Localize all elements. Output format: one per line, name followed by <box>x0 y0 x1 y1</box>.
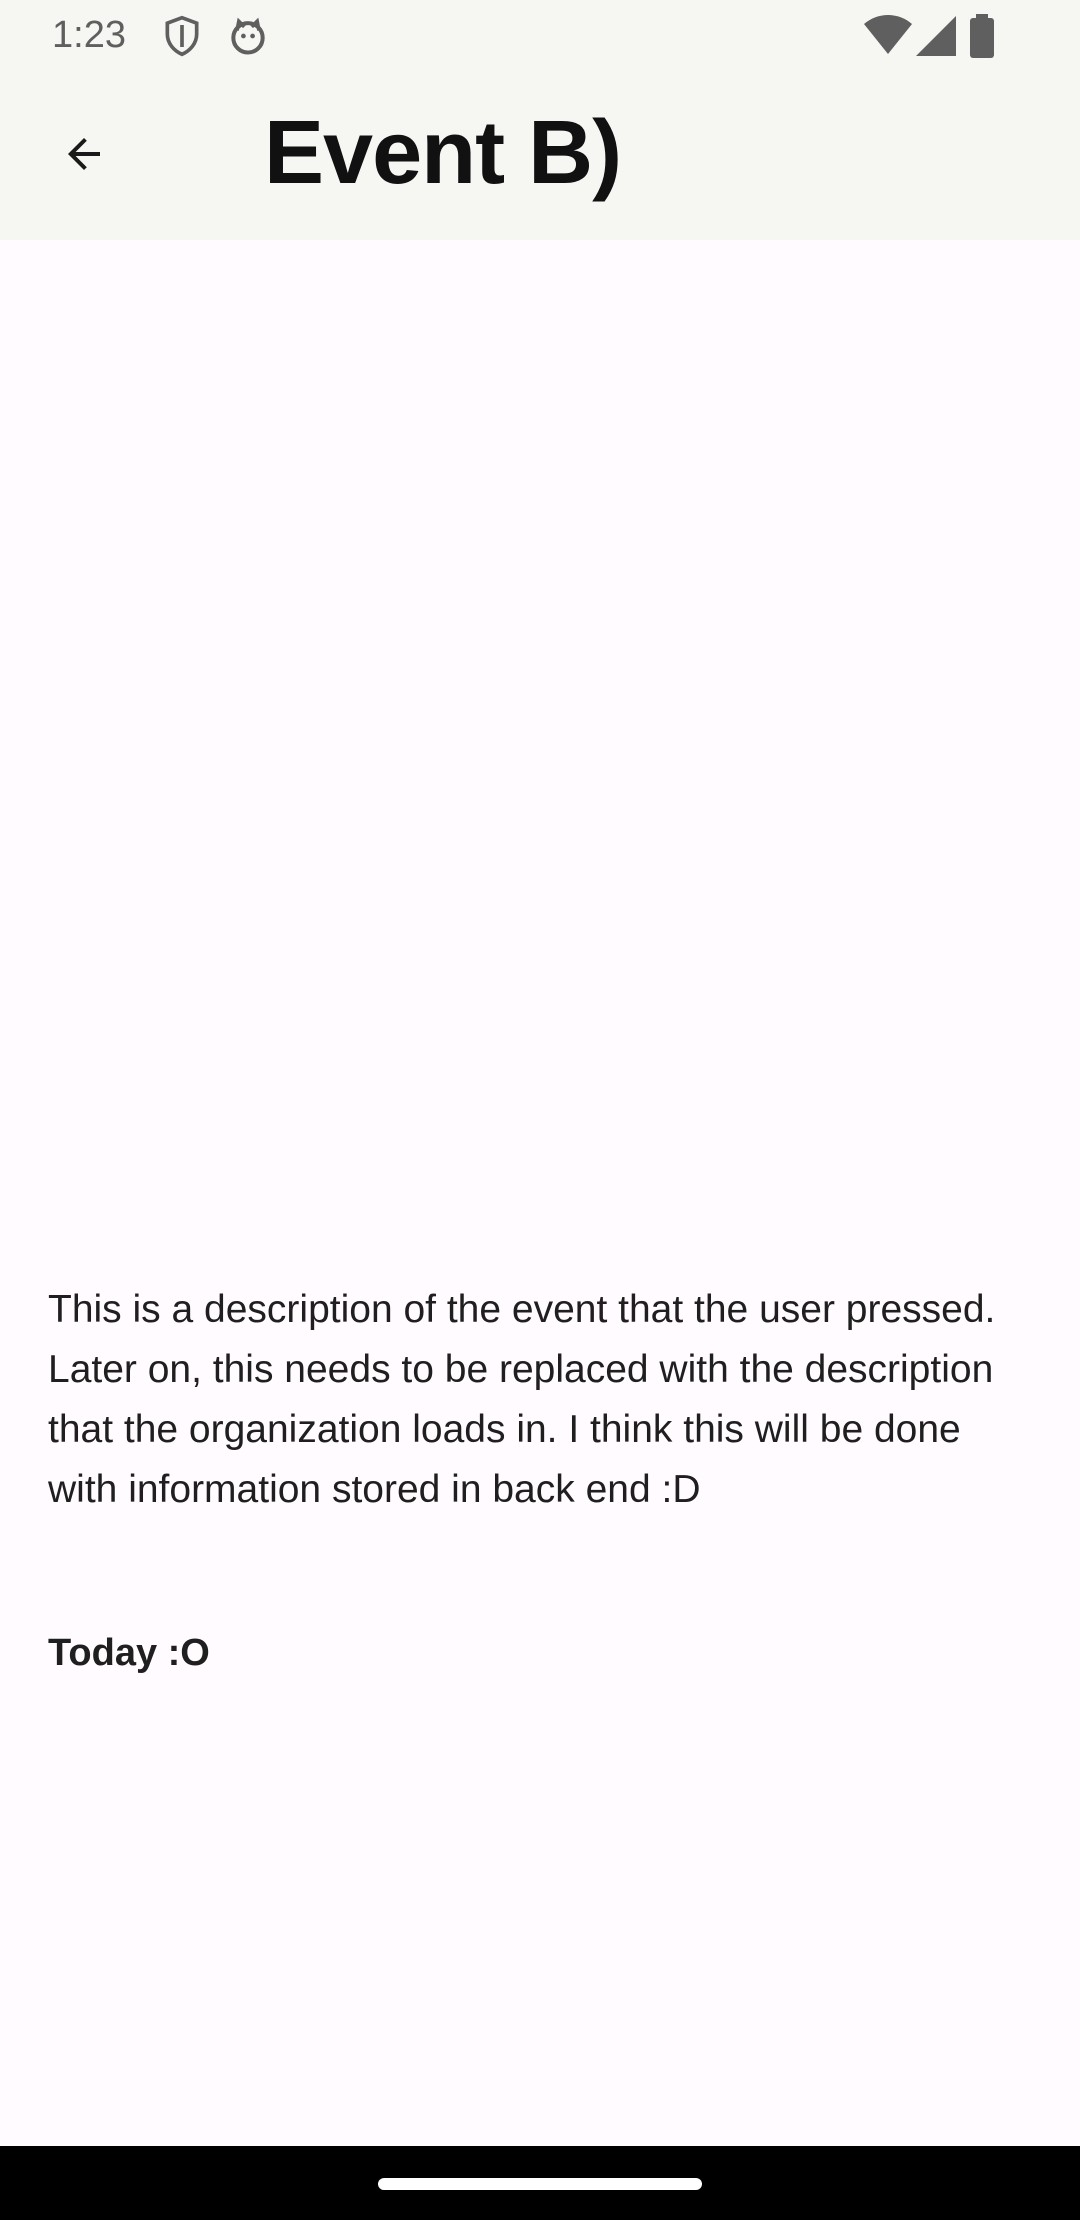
event-date: Today :O <box>48 1632 210 1674</box>
wifi-icon <box>862 14 914 58</box>
shield-icon <box>160 14 204 58</box>
event-detail-screen: 1:23 Event B) This is a description of t… <box>0 0 1080 2220</box>
cat-face-icon <box>226 14 270 58</box>
back-button[interactable] <box>40 112 128 200</box>
battery-icon <box>968 14 996 58</box>
app-bar: Event B) <box>0 72 1080 240</box>
system-nav-bar <box>0 2146 1080 2220</box>
arrow-back-icon <box>60 130 108 183</box>
home-indicator[interactable] <box>378 2178 702 2190</box>
event-description: This is a description of the event that … <box>48 1288 996 1511</box>
status-time: 1:23 <box>52 14 126 56</box>
cellular-signal-icon <box>914 14 958 58</box>
page-title: Event B) <box>264 103 622 203</box>
event-content <box>0 240 1080 2146</box>
status-bar: 1:23 <box>0 0 1080 72</box>
